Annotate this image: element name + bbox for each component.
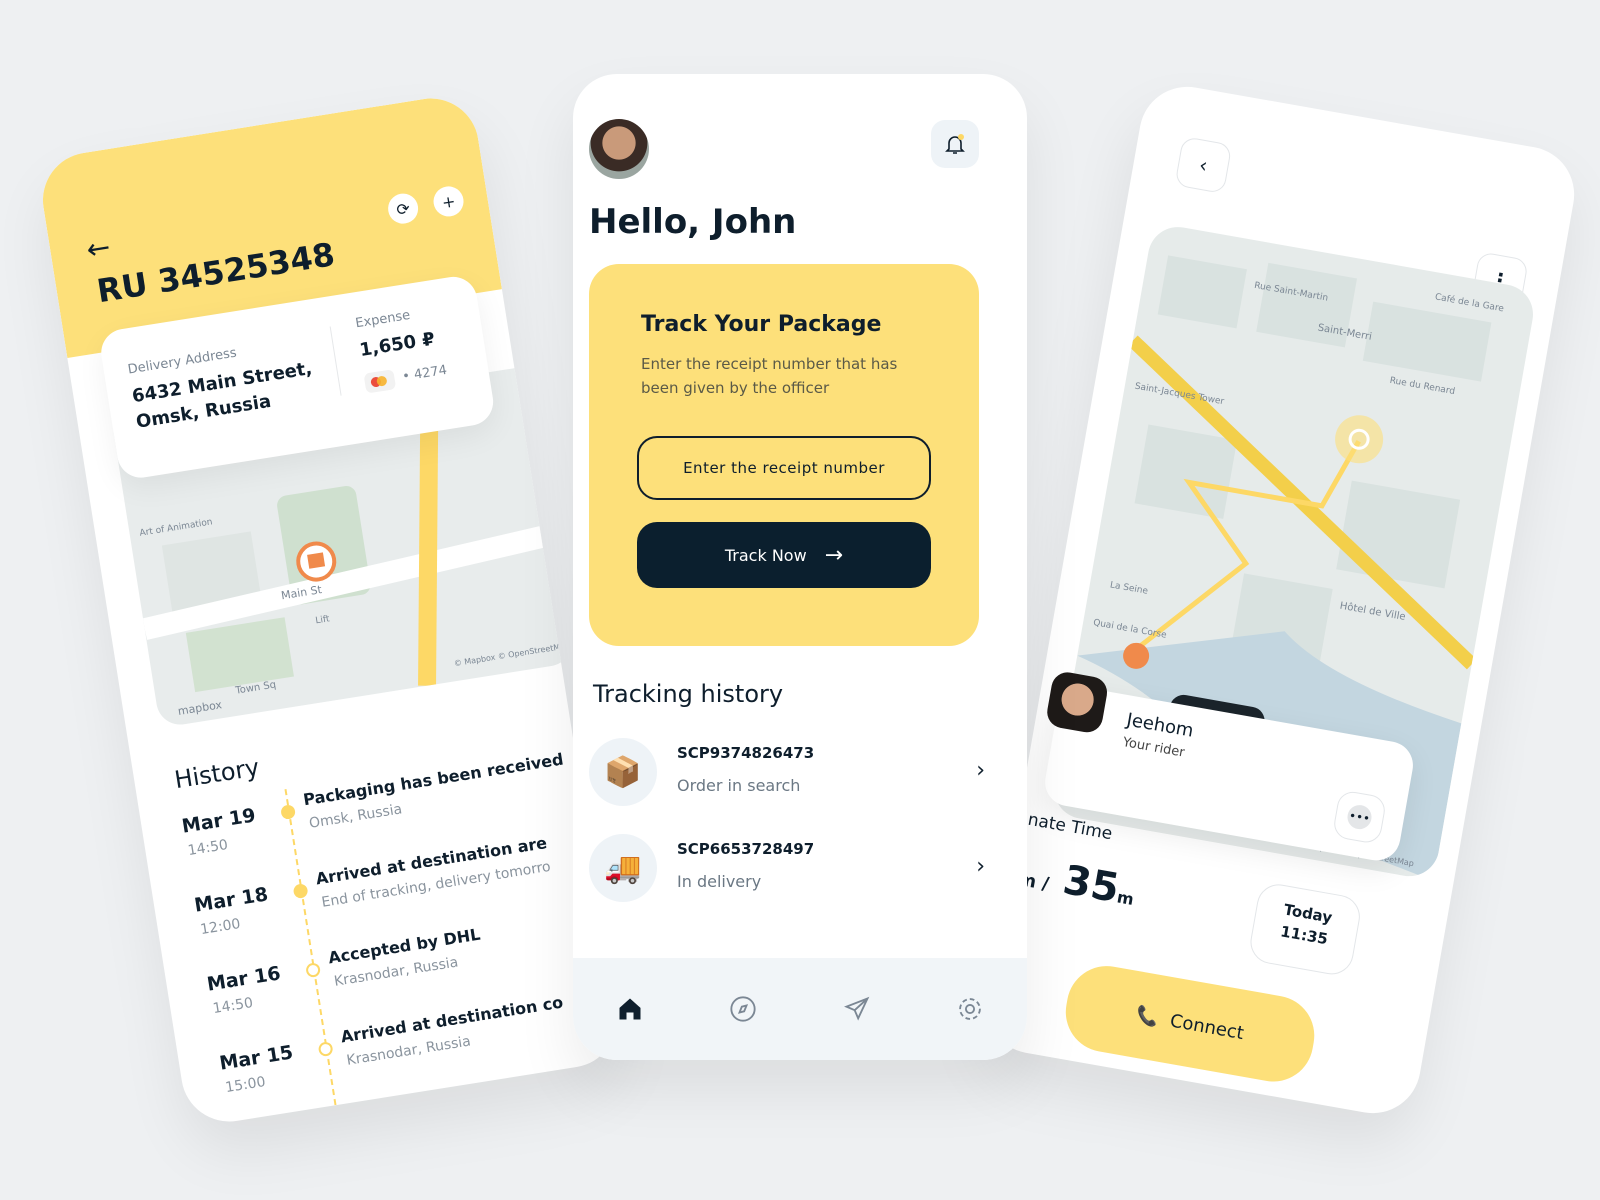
history-time: 15:00 [224,1074,267,1097]
phone-icon: 📞 [1134,1004,1161,1029]
receipt-number-input[interactable] [637,436,931,500]
card-number: • 4274 [401,362,449,385]
chevron-right-icon: › [976,758,985,783]
history-title: History [172,753,262,795]
nav-home[interactable] [610,989,650,1029]
arrival-time-box: Today 11:35 [1247,880,1364,978]
compass-icon [730,996,756,1022]
home-icon [619,998,641,1020]
rider-tracking-screen: ‹ ⋮ Saint-Merri Rue Saint-Martin Rue du … [978,79,1582,1121]
arrow-right-icon: → [824,542,844,568]
connect-label: Connect [1168,1010,1246,1044]
send-icon [843,996,870,1021]
track-package-card: Track Your Package Enter the receipt num… [589,264,979,646]
back-arrow-icon[interactable]: ← [84,230,112,266]
chat-button[interactable]: ••• [1331,789,1388,845]
timeline-dot [317,1041,334,1058]
package-item[interactable]: 🚚 SCP6653728497 In delivery › [589,834,989,906]
nav-settings[interactable] [950,989,990,1029]
back-button[interactable]: ‹ [1174,136,1233,195]
notification-button[interactable] [931,120,979,168]
nav-explore[interactable] [723,989,763,1029]
truck-icon: 🚚 [589,834,657,902]
expense-label: Expense [354,307,412,332]
expense-value: 1,650 ₽ [358,328,437,362]
divider [329,326,342,396]
package-status: In delivery [677,872,762,891]
eta-unit: m [1115,887,1136,909]
tracking-history-title: Tracking history [593,680,784,708]
eta-minutes: 35 [1059,857,1123,913]
track-now-button[interactable]: Track Now → [637,522,931,588]
bottom-nav [573,958,1027,1060]
chevron-right-icon: › [976,854,985,879]
history-time: 14:50 [186,836,230,860]
chevron-left-icon: ‹ [1197,152,1210,178]
package-id: SCP9374826473 [677,744,815,762]
package-item[interactable]: 📦 SCP9374826473 Order in search › [589,738,989,810]
greeting: Hello, John [589,202,797,242]
card-description: Enter the receipt number that has been g… [641,355,898,397]
history-time: 12:00 [199,915,242,939]
nav-send[interactable] [837,989,877,1029]
timeline-dot [280,804,297,821]
rider-avatar [1044,669,1110,735]
package-status: Order in search [677,776,801,795]
eta-value: m / 35m [1015,849,1139,915]
connect-button[interactable]: 📞 Connect [1059,959,1321,1088]
chat-bubble-icon: ••• [1345,803,1374,832]
bell-icon [945,134,965,154]
timeline-dot [305,962,322,979]
home-screen: Hello, John Track Your Package Enter the… [573,74,1027,1060]
timeline-dot [292,883,309,900]
history-title-text: Packaging has been received [301,749,565,810]
history-date: Mar 19 [180,804,258,838]
box-icon: 📦 [589,738,657,806]
track-now-label: Track Now [724,545,807,565]
history-time: 14:50 [211,995,255,1018]
tracking-detail-screen: ← ⟳ + RU 34525348 Main St Art of Animati… [36,91,624,1129]
gear-icon [959,998,982,1020]
user-avatar[interactable] [589,119,649,179]
package-id: SCP6653728497 [677,840,815,858]
mastercard-icon [363,369,397,394]
card-title: Track Your Package [641,312,882,337]
